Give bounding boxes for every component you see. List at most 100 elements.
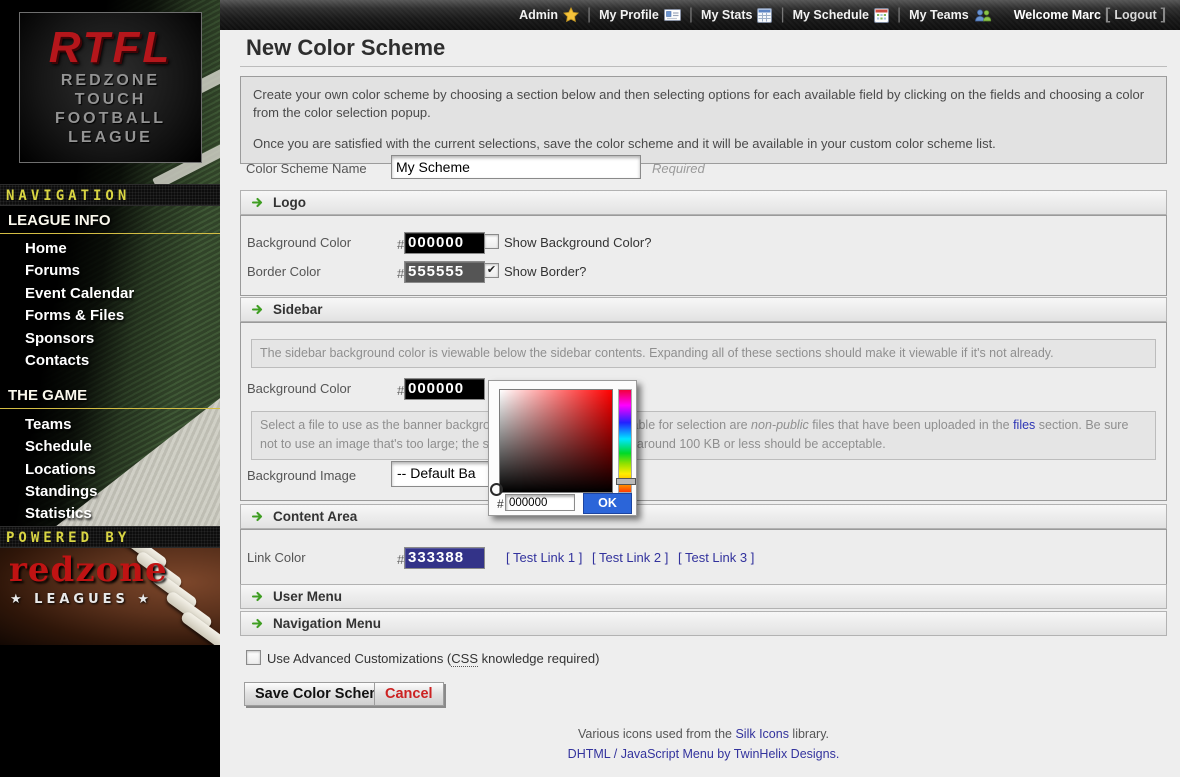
- banner-image-note: Select a file to use as the banner backg…: [251, 411, 1156, 460]
- javascript-menu-link[interactable]: JavaScript Menu: [621, 747, 714, 761]
- sidebar-item-standings[interactable]: Standings: [25, 483, 215, 505]
- link-color-label: Link Color: [247, 550, 306, 565]
- section-body-sidebar: The sidebar background color is viewable…: [240, 322, 1167, 501]
- hue-bar[interactable]: [618, 389, 632, 493]
- advanced-customizations-checkbox[interactable]: [246, 650, 261, 665]
- test-link-2[interactable]: [ Test Link 2 ]: [592, 550, 668, 565]
- main-content: New Color Scheme Create your own color s…: [220, 30, 1180, 777]
- section-header-content-area[interactable]: Content Area: [240, 504, 1167, 529]
- hex-color-input[interactable]: [505, 494, 575, 511]
- dhtml-link[interactable]: DHTML: [568, 747, 611, 761]
- sidebar-item-teams[interactable]: Teams: [25, 416, 215, 438]
- sidebar-item-contacts[interactable]: Contacts: [25, 352, 215, 374]
- test-links: [ Test Link 1 ] [ Test Link 2 ] [ Test L…: [506, 550, 760, 565]
- show-border-checkbox[interactable]: [484, 263, 499, 278]
- section-header-user-menu[interactable]: User Menu: [240, 584, 1167, 609]
- powered-by-band: POWERED BY: [0, 526, 220, 548]
- green-arrow-icon: [251, 196, 264, 209]
- stats-table-icon: [757, 8, 772, 23]
- sidebar-item-forums[interactable]: Forums: [25, 262, 215, 284]
- background-image-label: Background Image: [247, 468, 356, 483]
- link-color-swatch[interactable]: 333388: [404, 547, 485, 569]
- football-closeup-photo: redzone ★ LEAGUES ★: [0, 548, 220, 645]
- required-hint: Required: [652, 161, 705, 176]
- ok-button[interactable]: OK: [583, 493, 632, 514]
- menu-separator: |: [689, 6, 693, 24]
- hue-slider-handle[interactable]: [616, 478, 636, 485]
- menu-my-schedule[interactable]: My Schedule: [793, 8, 889, 23]
- menu-admin[interactable]: Admin: [519, 7, 579, 23]
- sidebar-item-home[interactable]: Home: [25, 240, 215, 262]
- intro-instructions: Create your own color scheme by choosing…: [240, 76, 1167, 164]
- section-title: Content Area: [273, 509, 357, 524]
- show-bg-color-label: Show Background Color?: [504, 235, 651, 250]
- navigation-band: NAVIGATION: [0, 184, 220, 206]
- league-logo-line: REDZONE: [20, 71, 201, 90]
- section-header-sidebar[interactable]: Sidebar: [240, 297, 1167, 322]
- section-title: Logo: [273, 195, 306, 210]
- redzone-leagues-logo[interactable]: redzone: [9, 550, 168, 590]
- show-bg-color-checkbox[interactable]: [484, 234, 499, 249]
- color-cursor[interactable]: [490, 483, 503, 496]
- hash-sign: #: [497, 497, 504, 511]
- league-logo-line: FOOTBALL: [20, 109, 201, 128]
- top-menu-bar: Admin | My Profile | My Stats | My Sched…: [220, 0, 1180, 30]
- vcard-icon: [664, 8, 681, 22]
- sidebar-bg-note: The sidebar background color is viewable…: [251, 339, 1156, 368]
- non-public-emphasis: non-public: [751, 418, 809, 432]
- green-arrow-icon: [251, 303, 264, 316]
- logout-link[interactable]: Logout: [1114, 8, 1156, 22]
- section-body-content-area: Link Color # 333388 [ Test Link 1 ] [ Te…: [240, 529, 1167, 585]
- calendar-icon: [874, 8, 889, 23]
- sidebar-item-schedule[interactable]: Schedule: [25, 438, 215, 460]
- logo-bg-color-label: Background Color: [247, 235, 351, 250]
- sidebar-header-league-info: LEAGUE INFO: [0, 212, 220, 234]
- menu-separator: |: [897, 6, 901, 24]
- section-title: Sidebar: [273, 302, 323, 317]
- green-arrow-icon: [251, 510, 264, 523]
- color-scheme-name-label: Color Scheme Name: [246, 161, 367, 176]
- twinhelix-designs-link[interactable]: TwinHelix Designs: [734, 747, 836, 761]
- menu-separator: |: [780, 6, 784, 24]
- color-scheme-name-input[interactable]: [391, 155, 641, 179]
- logo-border-color-swatch[interactable]: 555555: [404, 261, 485, 283]
- sidebar-item-statistics[interactable]: Statistics: [25, 505, 215, 527]
- files-link[interactable]: files: [1013, 418, 1035, 432]
- title-divider: [240, 66, 1167, 67]
- menu-my-teams[interactable]: My Teams: [909, 8, 992, 23]
- sidebar-item-forms-files[interactable]: Forms & Files: [25, 307, 215, 329]
- saturation-value-square[interactable]: [499, 389, 613, 493]
- section-title: User Menu: [273, 589, 342, 604]
- test-link-1[interactable]: [ Test Link 1 ]: [506, 550, 582, 565]
- section-title: Navigation Menu: [273, 616, 381, 631]
- league-logo: RTFL REDZONE TOUCH FOOTBALL LEAGUE: [19, 12, 202, 163]
- show-border-label: Show Border?: [504, 264, 586, 279]
- sidebar: RTFL REDZONE TOUCH FOOTBALL LEAGUE NAVIG…: [0, 0, 220, 777]
- section-header-navigation-menu[interactable]: Navigation Menu: [240, 611, 1167, 636]
- intro-paragraph: Once you are satisfied with the current …: [253, 135, 1154, 153]
- logo-bg-color-swatch[interactable]: 000000: [404, 232, 485, 254]
- redzone-leagues-subtitle: ★ LEAGUES ★: [10, 592, 153, 607]
- league-logo-line: TOUCH: [20, 90, 201, 109]
- silk-icons-link[interactable]: Silk Icons: [735, 727, 789, 741]
- sidebar-item-event-calendar[interactable]: Event Calendar: [25, 285, 215, 307]
- footer-icons-credit: Various icons used from the Silk Icons l…: [240, 727, 1167, 741]
- section-header-logo[interactable]: Logo: [240, 190, 1167, 215]
- logout-bracket: [: [1105, 6, 1110, 24]
- sidebar-item-locations[interactable]: Locations: [25, 461, 215, 483]
- test-link-3[interactable]: [ Test Link 3 ]: [678, 550, 754, 565]
- section-body-logo: Background Color # 000000 Show Backgroun…: [240, 215, 1167, 296]
- css-acronym: CSS: [451, 651, 478, 667]
- advanced-customizations-label: Use Advanced Customizations (CSS knowled…: [267, 651, 599, 666]
- sidebar-item-sponsors[interactable]: Sponsors: [25, 330, 215, 352]
- sidebar-bg-color-swatch[interactable]: 000000: [404, 378, 485, 400]
- cancel-button[interactable]: Cancel: [374, 682, 444, 706]
- league-logo-line: LEAGUE: [20, 128, 201, 147]
- logout-bracket: ]: [1161, 6, 1166, 24]
- welcome-text: Welcome Marc: [1014, 8, 1101, 22]
- footer-menu-credit: DHTML / JavaScript Menu by TwinHelix Des…: [240, 747, 1167, 761]
- menu-my-stats[interactable]: My Stats: [701, 8, 772, 23]
- star-icon: [563, 7, 579, 23]
- sidebar-header-the-game: THE GAME: [0, 387, 220, 409]
- menu-my-profile[interactable]: My Profile: [599, 8, 681, 22]
